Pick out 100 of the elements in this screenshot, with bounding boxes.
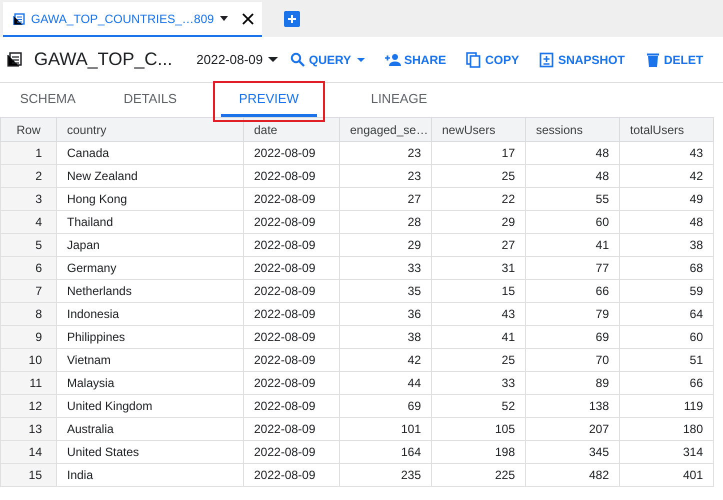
table-cell: Hong Kong (56, 188, 244, 210)
table-cell: 55 (526, 188, 620, 210)
action-button[interactable]: DELET (644, 52, 704, 68)
table-cell: Malaysia (56, 372, 244, 394)
table-cell: 70 (526, 348, 620, 372)
trash-icon (644, 52, 661, 68)
table-cell: 2022-08-09 (244, 326, 340, 348)
action-button[interactable]: SHARE (385, 52, 446, 68)
column-header[interactable]: date (244, 118, 340, 142)
table-cell: 314 (620, 440, 714, 464)
copy-icon (466, 52, 482, 68)
table-cell: 2022-08-09 (244, 142, 340, 164)
table-cell: 22 (432, 188, 526, 210)
row-number: 3 (0, 188, 56, 210)
row-number: 8 (0, 302, 56, 326)
row-number: 12 (0, 394, 56, 418)
table-cell: 119 (620, 394, 714, 418)
row-number: 11 (0, 372, 56, 394)
table-cell: 79 (526, 302, 620, 326)
table-cell: 31 (432, 256, 526, 280)
caret-icon[interactable] (220, 16, 228, 21)
row-number: 6 (0, 256, 56, 280)
table-cell: 401 (620, 464, 714, 486)
column-header[interactable]: newUsers (432, 118, 526, 142)
table-icon (13, 12, 25, 24)
table-cell: 2022-08-09 (244, 348, 340, 372)
table-cell: India (56, 464, 244, 486)
tab[interactable]: SCHEMA (6, 83, 90, 117)
row-number: 15 (0, 464, 56, 486)
table-cell: Japan (56, 234, 244, 256)
table-cell: Indonesia (56, 302, 244, 326)
tab-title: GAWA_TOP_COUNTRIES_…809 (31, 12, 214, 26)
person-add-icon (385, 52, 402, 68)
action-button[interactable]: SNAPSHOT (539, 52, 625, 68)
row-number: 1 (0, 142, 56, 164)
search-icon (290, 52, 306, 68)
column-header[interactable]: Row (0, 118, 56, 142)
row-number: 7 (0, 280, 56, 302)
table-cell: Netherlands (56, 280, 244, 302)
table-cell: 38 (340, 326, 432, 348)
date-dropdown[interactable]: 2022-08-09 (196, 52, 278, 67)
table-cell: 41 (432, 326, 526, 348)
table-cell: 2022-08-09 (244, 280, 340, 302)
editor-tab[interactable]: GAWA_TOP_COUNTRIES_…809 (3, 2, 262, 37)
column-header[interactable]: totalUsers (620, 118, 714, 142)
table-cell: 59 (620, 280, 714, 302)
table-title: GAWA_TOP_C... (34, 49, 172, 70)
table-cell: 23 (340, 142, 432, 164)
table-cell: 164 (340, 440, 432, 464)
column-header[interactable]: engaged_se… (340, 118, 432, 142)
table-cell: 29 (340, 234, 432, 256)
table-cell: 52 (432, 394, 526, 418)
table-cell: 69 (340, 394, 432, 418)
caret-icon (357, 58, 366, 62)
table-cell: 77 (526, 256, 620, 280)
table-cell: 198 (432, 440, 526, 464)
table-cell: New Zealand (56, 164, 244, 188)
table-cell: 17 (432, 142, 526, 164)
table-cell: 44 (340, 372, 432, 394)
table-cell: 42 (620, 164, 714, 188)
close-icon[interactable] (242, 12, 254, 24)
table-cell: Canada (56, 142, 244, 164)
table-cell: 43 (620, 142, 714, 164)
row-number: 2 (0, 164, 56, 188)
table-cell: 69 (526, 326, 620, 348)
table-cell: 101 (340, 418, 432, 440)
table-cell: 28 (340, 210, 432, 234)
table-cell: United Kingdom (56, 394, 244, 418)
table-cell: 60 (526, 210, 620, 234)
column-header[interactable]: country (56, 118, 244, 142)
table-cell: Australia (56, 418, 244, 440)
action-button[interactable]: COPY (466, 52, 520, 68)
column-header[interactable]: sessions (526, 118, 620, 142)
caret-icon (268, 57, 278, 62)
table-cell: 33 (432, 372, 526, 394)
table-cell: 235 (340, 464, 432, 486)
table-cell: 23 (340, 164, 432, 188)
tab[interactable]: LINEAGE (356, 83, 442, 117)
table-cell: 64 (620, 302, 714, 326)
table-cell: Thailand (56, 210, 244, 234)
table-cell: 2022-08-09 (244, 394, 340, 418)
table-cell: 2022-08-09 (244, 234, 340, 256)
table-cell: 2022-08-09 (244, 164, 340, 188)
tab[interactable]: DETAILS (110, 83, 191, 117)
row-number: 9 (0, 326, 56, 348)
action-button[interactable]: QUERY (290, 52, 366, 68)
add-tab-icon[interactable] (284, 11, 300, 27)
table-cell: 66 (526, 280, 620, 302)
table-cell: 25 (432, 348, 526, 372)
table-cell: 345 (526, 440, 620, 464)
table-cell: 60 (620, 326, 714, 348)
row-number: 10 (0, 348, 56, 372)
table-cell: 48 (526, 142, 620, 164)
table-cell: 482 (526, 464, 620, 486)
snapshot-icon (539, 52, 556, 68)
table-icon (7, 52, 22, 67)
table-cell: 25 (432, 164, 526, 188)
table-cell: 2022-08-09 (244, 210, 340, 234)
table-cell: 68 (620, 256, 714, 280)
table-cell: 180 (620, 418, 714, 440)
